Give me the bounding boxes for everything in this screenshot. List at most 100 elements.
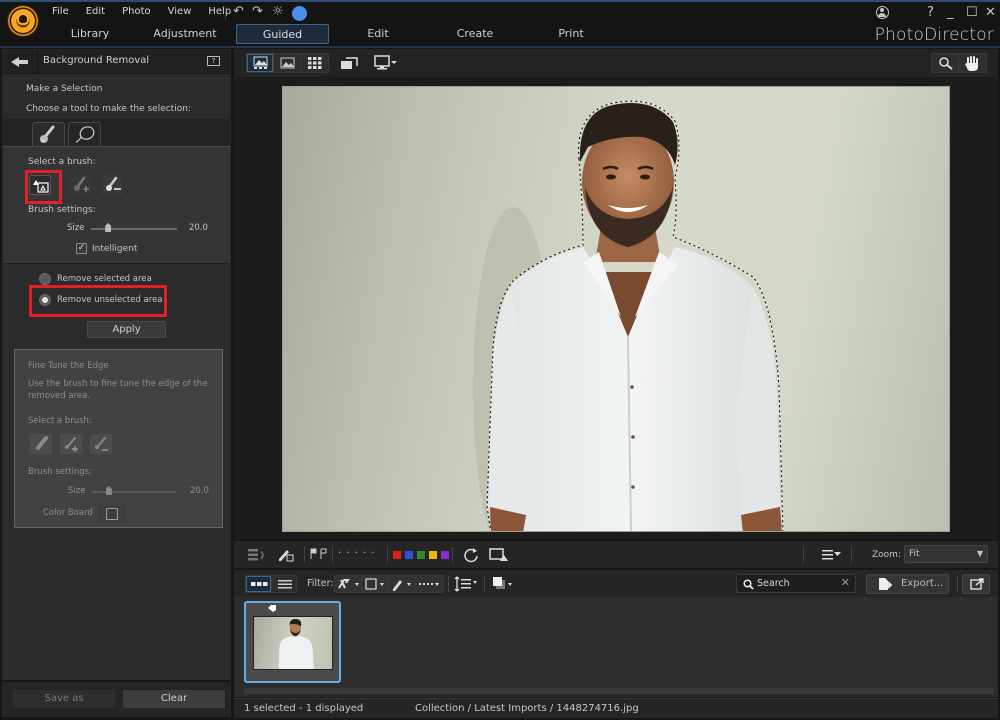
fine-tune-size-value: 20.0 — [190, 486, 209, 496]
sort-order-icon[interactable] — [454, 576, 480, 592]
menu-file[interactable]: File — [52, 6, 69, 17]
single-view-icon — [253, 56, 268, 69]
color-label-blue[interactable] — [405, 551, 413, 559]
fullscreen-toggle-icon[interactable] — [340, 55, 360, 71]
rating-stars[interactable]: · · · · · — [338, 547, 376, 561]
more-icon — [419, 583, 439, 586]
clear-search-icon[interactable]: ✕ — [841, 576, 850, 589]
close-icon[interactable]: ✕ — [985, 6, 996, 20]
compare-view-icon — [280, 57, 295, 69]
magnifier-icon — [939, 57, 953, 70]
filmstrip-scrollbar[interactable] — [244, 688, 994, 694]
fine-tune-size-slider-handle[interactable] — [105, 486, 112, 495]
single-view-button[interactable] — [247, 54, 274, 72]
filmstrip-thumbnail[interactable] — [244, 601, 341, 683]
intelligent-checkbox[interactable]: ✓ — [76, 243, 87, 254]
fine-tune-erase-brush-button[interactable] — [90, 434, 112, 454]
filter-flag-dropdown[interactable] — [335, 576, 362, 592]
grid-view-button[interactable] — [301, 54, 328, 72]
menu-view[interactable]: View — [168, 6, 192, 17]
flags-icon — [338, 579, 359, 589]
tab-library[interactable]: Library — [50, 24, 130, 44]
brush-subtract-icon — [106, 176, 121, 191]
fine-tune-size-slider[interactable] — [92, 491, 176, 493]
highlight-box-brush — [25, 170, 62, 204]
fine-tune-select-brush-label: Select a brush: — [28, 416, 92, 426]
compare-view-button[interactable] — [274, 54, 301, 72]
tab-smart-brush[interactable] — [32, 122, 65, 146]
redo-icon[interactable]: ↷ — [252, 5, 263, 19]
menu-photo[interactable]: Photo — [122, 6, 151, 17]
list-icon — [278, 580, 292, 589]
color-label-green[interactable] — [417, 551, 425, 559]
minimize-icon[interactable]: _ — [947, 6, 954, 20]
pan-tool-button[interactable] — [959, 54, 986, 72]
stack-display-icon[interactable] — [492, 575, 516, 593]
stack-undo-icon[interactable] — [247, 547, 267, 563]
help-icon[interactable]: ? — [927, 6, 934, 20]
lasso-icon — [75, 126, 95, 143]
tab-create[interactable]: Create — [435, 24, 515, 44]
crop-resize-icon[interactable] — [489, 547, 509, 563]
undo-icon[interactable]: ↶ — [233, 5, 244, 19]
main-photo-canvas[interactable] — [282, 86, 950, 532]
sort-menu-icon[interactable] — [822, 549, 842, 561]
color-label-red[interactable] — [393, 551, 401, 559]
share-button[interactable] — [962, 574, 990, 594]
maximize-icon[interactable]: ☐ — [966, 6, 978, 20]
export-button[interactable]: Export... — [866, 574, 949, 594]
apply-button[interactable]: Apply — [87, 321, 166, 338]
highlight-box-remove-unselected — [29, 285, 167, 317]
menu-divider — [225, 6, 226, 20]
size-slider-handle[interactable] — [105, 223, 112, 232]
brush-settings-label: Brush settings: — [28, 205, 96, 215]
zoom-tool-button[interactable] — [932, 54, 959, 72]
file-path: Collection / Latest Imports / 1448274716… — [415, 703, 639, 714]
account-icon[interactable] — [876, 6, 889, 19]
add-brush-button[interactable] — [69, 175, 91, 195]
monitor-display-icon[interactable] — [374, 55, 398, 71]
edit-pencil-icon[interactable] — [276, 546, 296, 562]
filter-more-dropdown[interactable] — [416, 576, 443, 592]
settings-icon[interactable]: ☼ — [272, 5, 284, 19]
zoom-dropdown[interactable]: Fit ▼ — [904, 545, 988, 563]
filter-edit-dropdown[interactable] — [389, 576, 416, 592]
mode-tab-bar: Library Adjustment Guided Edit Create Pr… — [0, 24, 1000, 46]
fine-tune-add-brush-button[interactable] — [60, 434, 82, 454]
flag-icons[interactable] — [309, 548, 329, 560]
filter-group — [334, 575, 444, 593]
title-bar: File Edit Photo View Help ↶ ↷ ☼ ? _ ☐ ✕ — [0, 0, 1000, 24]
tab-lasso[interactable] — [68, 122, 101, 146]
tab-guided[interactable]: Guided — [236, 24, 329, 44]
paint-brush-icon — [36, 436, 48, 450]
tab-edit[interactable]: Edit — [338, 24, 418, 44]
open-external-icon — [970, 578, 984, 590]
search-input[interactable]: Search ✕ — [736, 574, 856, 593]
clear-button[interactable]: Clear — [123, 690, 225, 708]
save-as-button[interactable]: Save as — [13, 690, 115, 708]
size-slider[interactable] — [91, 228, 177, 230]
rotate-icon[interactable] — [463, 547, 479, 563]
color-board-swatch[interactable] — [98, 505, 126, 522]
color-label-yellow[interactable] — [429, 551, 437, 559]
list-view-button[interactable] — [272, 576, 298, 592]
erase-brush-button[interactable] — [101, 175, 123, 195]
tab-adjustment[interactable]: Adjustment — [145, 24, 225, 44]
tutorial-help-icon[interactable]: ? — [207, 56, 220, 66]
brush-add-icon — [74, 176, 89, 192]
back-arrow-icon[interactable] — [11, 55, 31, 69]
toolbar-separator — [957, 576, 958, 592]
notification-icon[interactable] — [292, 6, 307, 21]
filter-label-dropdown[interactable] — [362, 576, 389, 592]
photo-viewer — [234, 49, 998, 539]
color-label-purple[interactable] — [441, 551, 449, 559]
fine-tune-brush-button[interactable] — [30, 434, 52, 454]
photodirector-window: File Edit Photo View Help ↶ ↷ ☼ ? _ ☐ ✕ … — [0, 0, 1000, 720]
tab-print[interactable]: Print — [531, 24, 611, 44]
menu-help[interactable]: Help — [208, 6, 231, 17]
menu-edit[interactable]: Edit — [86, 6, 105, 17]
thumbnail-view-button[interactable] — [246, 576, 272, 592]
radio-remove-selected[interactable] — [39, 273, 51, 285]
toolbar-separator — [332, 547, 333, 563]
menu-bar: File Edit Photo View Help — [52, 6, 248, 17]
